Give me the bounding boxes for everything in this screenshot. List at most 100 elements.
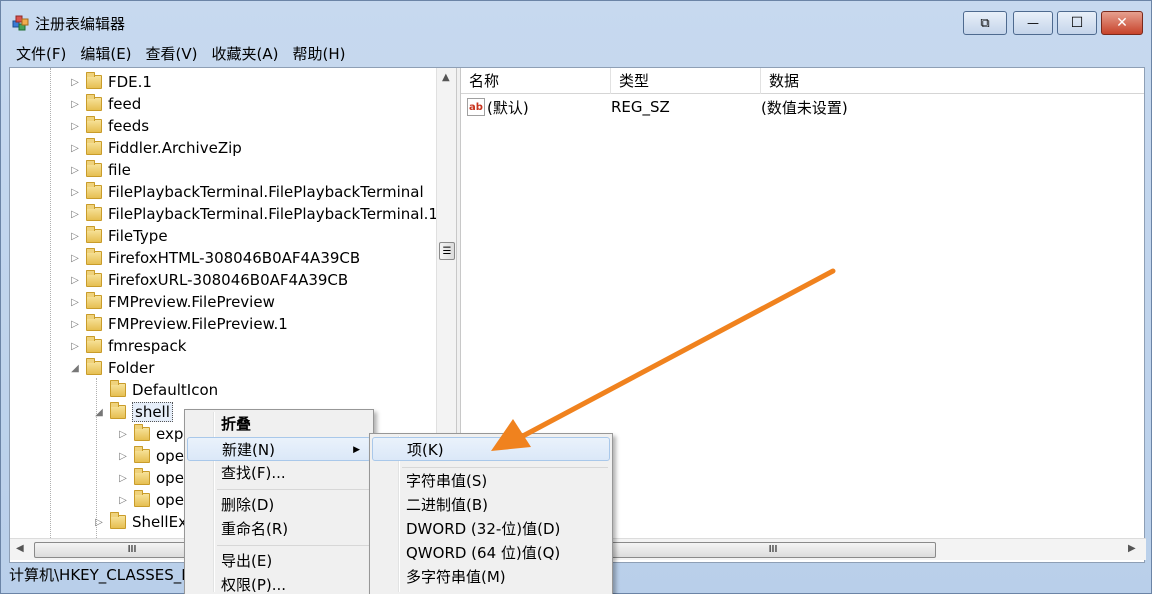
- restore-button[interactable]: ⧉: [963, 11, 1007, 35]
- expand-arrow-icon[interactable]: ▷: [92, 515, 106, 529]
- expand-arrow-icon[interactable]: ▷: [116, 427, 130, 441]
- expand-arrow-icon[interactable]: ▷: [116, 471, 130, 485]
- tree-item[interactable]: ▷ FilePlaybackTerminal.FilePlaybackTermin…: [68, 203, 438, 225]
- folder-icon: [86, 138, 102, 155]
- minimize-icon: —: [1027, 16, 1039, 30]
- expand-arrow-icon[interactable]: ▷: [68, 141, 82, 155]
- tree-item[interactable]: ▷ FirefoxHTML-308046B0AF4A39CB: [68, 247, 360, 269]
- tree-guide-line: [50, 68, 51, 538]
- tree-item-shell-child[interactable]: ▷ exp: [116, 423, 183, 445]
- expand-arrow-icon[interactable]: ▷: [68, 317, 82, 331]
- scroll-right-icon[interactable]: ▶: [1128, 543, 1136, 554]
- submenu-item-dword[interactable]: DWORD (32-位)值(D): [372, 517, 610, 541]
- tree-item[interactable]: ▷ FMPreview.FilePreview: [68, 291, 275, 313]
- expand-arrow-icon[interactable]: ▷: [68, 97, 82, 111]
- menu-item-collapse[interactable]: 折叠: [187, 412, 371, 436]
- folder-icon: [86, 270, 102, 287]
- menu-item-find[interactable]: 查找(F)...: [187, 461, 371, 485]
- tree-item[interactable]: ▷ FMPreview.FilePreview.1: [68, 313, 288, 335]
- close-icon: ✕: [1116, 15, 1128, 31]
- expand-arrow-icon[interactable]: ▷: [68, 185, 82, 199]
- menu-help[interactable]: 帮助(H): [285, 43, 352, 65]
- folder-icon: [134, 468, 150, 485]
- tree-item[interactable]: ▷ file: [68, 159, 131, 181]
- expand-arrow-icon[interactable]: ▷: [68, 273, 82, 287]
- value-data: (数值未设置): [761, 98, 848, 117]
- tree-item[interactable]: ▷ Fiddler.ArchiveZip: [68, 137, 242, 159]
- menu-item-delete[interactable]: 删除(D): [187, 493, 371, 517]
- collapse-arrow-icon[interactable]: ◢: [92, 405, 106, 419]
- tree-item-shell-child[interactable]: ▷ ope: [116, 467, 184, 489]
- submenu-item-key[interactable]: 项(K): [372, 437, 610, 461]
- submenu-item-qword[interactable]: QWORD (64 位)值(Q): [372, 541, 610, 565]
- folder-icon: [134, 424, 150, 441]
- tree-item[interactable]: ▷ FDE.1: [68, 71, 152, 93]
- expand-arrow-icon[interactable]: ▷: [68, 251, 82, 265]
- tree-item-folder[interactable]: ◢ Folder: [68, 357, 154, 379]
- menu-item-new[interactable]: 新建(N) ▶: [187, 437, 371, 461]
- tree-item[interactable]: ▷ feed: [68, 93, 141, 115]
- submenu-item-string[interactable]: 字符串值(S): [372, 469, 610, 493]
- tree-item-shell[interactable]: ◢ shell: [92, 401, 173, 423]
- expand-arrow-icon[interactable]: ▷: [68, 295, 82, 309]
- tree-item-defaulticon[interactable]: DefaultIcon: [92, 379, 218, 401]
- column-type[interactable]: 类型: [611, 68, 761, 94]
- menu-edit[interactable]: 编辑(E): [73, 43, 138, 65]
- folder-icon: [86, 358, 102, 375]
- regedit-app-icon: [12, 15, 29, 31]
- expand-arrow-icon[interactable]: ▷: [68, 75, 82, 89]
- value-row-default[interactable]: ab (默认) REG_SZ (数值未设置): [461, 96, 848, 118]
- tree-item-shell-child[interactable]: ▷ ope: [116, 489, 184, 511]
- tree-item-shellex[interactable]: ▷ ShellEx: [92, 511, 187, 533]
- collapse-arrow-icon[interactable]: ◢: [68, 361, 82, 375]
- context-menu: 折叠 新建(N) ▶ 查找(F)... 删除(D) 重命名(R) 导出(E) 权…: [184, 409, 374, 594]
- minimize-button[interactable]: —: [1013, 11, 1053, 35]
- column-name[interactable]: 名称: [461, 68, 611, 94]
- menu-separator: [402, 467, 608, 468]
- menu-file[interactable]: 文件(F): [9, 43, 73, 65]
- menu-favorites[interactable]: 收藏夹(A): [205, 43, 286, 65]
- tree-item[interactable]: ▷ feeds: [68, 115, 149, 137]
- list-hscroll-thumb[interactable]: III: [610, 542, 936, 558]
- folder-icon: [86, 72, 102, 89]
- scroll-left-icon[interactable]: ◀: [16, 543, 24, 554]
- folder-icon: [110, 402, 126, 419]
- menu-item-export[interactable]: 导出(E): [187, 549, 371, 573]
- submenu-item-binary[interactable]: 二进制值(B): [372, 493, 610, 517]
- close-button[interactable]: ✕: [1101, 11, 1143, 35]
- folder-icon: [86, 116, 102, 133]
- scroll-up-icon[interactable]: ▲: [442, 72, 450, 83]
- column-data[interactable]: 数据: [761, 68, 1144, 94]
- tree-scroll-thumb[interactable]: ☰: [439, 242, 455, 260]
- tree-item-shell-child[interactable]: ▷ ope: [116, 445, 184, 467]
- expand-arrow-icon[interactable]: ▷: [68, 339, 82, 353]
- tree-item[interactable]: ▷ FirefoxURL-308046B0AF4A39CB: [68, 269, 348, 291]
- expand-arrow-icon[interactable]: ▷: [116, 449, 130, 463]
- maximize-button[interactable]: ☐: [1057, 11, 1097, 35]
- window-title: 注册表编辑器: [35, 15, 126, 33]
- title-bar[interactable]: 注册表编辑器 ⧉ — ☐ ✕: [1, 1, 1151, 41]
- folder-icon: [86, 292, 102, 309]
- expand-arrow-icon[interactable]: ▷: [68, 207, 82, 221]
- folder-icon: [86, 248, 102, 265]
- expand-arrow-icon[interactable]: ▷: [68, 119, 82, 133]
- expand-arrow-icon[interactable]: ▷: [116, 493, 130, 507]
- menu-bar: 文件(F) 编辑(E) 查看(V) 收藏夹(A) 帮助(H): [9, 43, 352, 67]
- folder-icon: [134, 490, 150, 507]
- menu-item-permissions[interactable]: 权限(P)...: [187, 573, 371, 594]
- menu-item-rename[interactable]: 重命名(R): [187, 517, 371, 541]
- folder-icon: [86, 182, 102, 199]
- value-name: (默认): [487, 98, 529, 117]
- value-type: REG_SZ: [611, 98, 670, 116]
- tree-item[interactable]: ▷ fmrespack: [68, 335, 186, 357]
- regedit-window: 注册表编辑器 ⧉ — ☐ ✕ 文件(F) 编辑(E) 查看(V) 收藏夹(A) …: [0, 0, 1152, 594]
- tree-item[interactable]: ▷ FileType: [68, 225, 168, 247]
- menu-view[interactable]: 查看(V): [139, 43, 205, 65]
- expand-arrow-icon[interactable]: ▷: [68, 229, 82, 243]
- tree-item[interactable]: ▷ FilePlaybackTerminal.FilePlaybackTermin…: [68, 181, 424, 203]
- list-header: 名称 类型 数据: [461, 68, 1144, 94]
- expand-arrow-icon[interactable]: ▷: [68, 163, 82, 177]
- submenu-item-multistring[interactable]: 多字符串值(M): [372, 565, 610, 589]
- folder-icon: [110, 380, 126, 397]
- restore-icon: ⧉: [980, 15, 990, 31]
